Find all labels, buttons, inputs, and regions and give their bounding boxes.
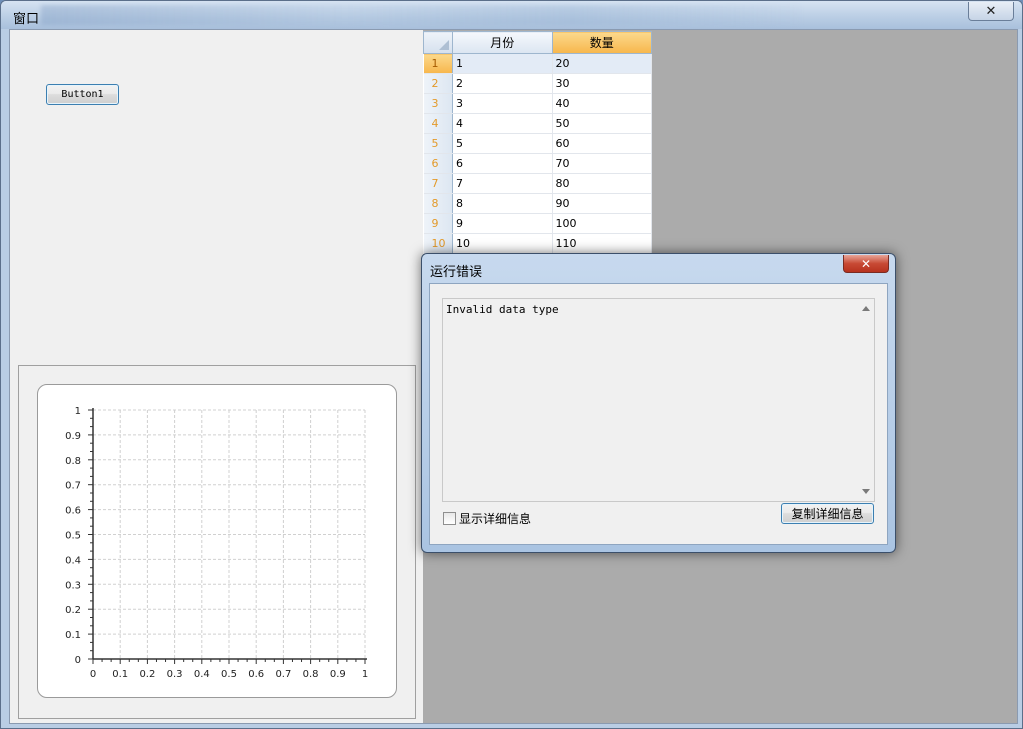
table-row[interactable]: 7 7 80 xyxy=(423,173,652,194)
error-details-textbox[interactable]: Invalid data type xyxy=(442,298,875,502)
row-number[interactable]: 6 xyxy=(423,153,453,174)
table-row[interactable]: 2 2 30 xyxy=(423,73,652,94)
table-row[interactable]: 1 1 20 xyxy=(423,53,652,74)
table-body: 1 1 20 2 2 30 3 3 40 4 4 50 5 5 60 6 6 70 7 7 80 8 8 90 9 9 100 10 1… xyxy=(423,53,652,254)
x-tick-label: 0.9 xyxy=(330,669,346,680)
error-message: Invalid data type xyxy=(446,303,559,316)
x-tick-label: 0 xyxy=(90,669,96,680)
cell-month[interactable]: 10 xyxy=(452,233,553,254)
x-tick-label: 0.4 xyxy=(194,669,210,680)
row-number[interactable]: 5 xyxy=(423,133,453,154)
x-tick-label: 1 xyxy=(362,669,368,680)
y-tick-label: 0.8 xyxy=(65,456,81,467)
error-dialog: 运行错误 ✕ Invalid data type 显示详细信息 复制详细信息 xyxy=(421,253,896,553)
y-tick-label: 0.9 xyxy=(65,431,81,442)
row-number[interactable]: 10 xyxy=(423,233,453,254)
dialog-title: 运行错误 xyxy=(430,265,483,280)
cell-month[interactable]: 6 xyxy=(452,153,553,174)
cell-quantity[interactable]: 50 xyxy=(552,113,652,134)
button1[interactable]: Button1 xyxy=(46,84,119,105)
row-number[interactable]: 1 xyxy=(423,53,453,74)
column-header-quantity[interactable]: 数量 xyxy=(551,31,652,54)
cell-quantity[interactable]: 70 xyxy=(552,153,652,174)
y-tick-label: 0.7 xyxy=(65,481,81,492)
cell-quantity[interactable]: 110 xyxy=(552,233,652,254)
window-close-button[interactable]: ✕ xyxy=(968,2,1014,21)
row-number[interactable]: 8 xyxy=(423,193,453,214)
y-tick-label: 0.3 xyxy=(65,580,81,591)
vertical-scrollbar[interactable] xyxy=(858,299,874,501)
y-tick-label: 1 xyxy=(75,406,81,417)
row-number[interactable]: 3 xyxy=(423,93,453,114)
dialog-body: Invalid data type 显示详细信息 复制详细信息 xyxy=(429,283,888,545)
row-number[interactable]: 7 xyxy=(423,173,453,194)
cell-month[interactable]: 2 xyxy=(452,73,553,94)
table-row[interactable]: 5 5 60 xyxy=(423,133,652,154)
cell-quantity[interactable]: 20 xyxy=(552,53,652,74)
x-tick-label: 0.2 xyxy=(139,669,155,680)
table-row[interactable]: 3 3 40 xyxy=(423,93,652,114)
close-icon: ✕ xyxy=(985,3,997,19)
y-tick-label: 0.5 xyxy=(65,531,81,542)
row-number[interactable]: 9 xyxy=(423,213,453,234)
x-tick-label: 0.8 xyxy=(303,669,319,680)
y-tick-label: 0.4 xyxy=(65,555,81,566)
cell-month[interactable]: 7 xyxy=(452,173,553,194)
table-row[interactable]: 10 10 110 xyxy=(423,233,652,254)
y-tick-label: 0.2 xyxy=(65,605,81,616)
cell-quantity[interactable]: 30 xyxy=(552,73,652,94)
scroll-down-icon[interactable] xyxy=(862,489,870,494)
title-bar[interactable]: 窗口 ✕ xyxy=(1,1,1022,29)
scroll-up-icon[interactable] xyxy=(862,306,870,311)
form-panel: Button1 0 0.1 0.2 0.3 0.4 0.5 0.6 0.7 0.8 0.9 1 0 0.… xyxy=(10,30,423,723)
x-tick-label: 0.5 xyxy=(221,669,237,680)
x-tick-label: 0.1 xyxy=(112,669,128,680)
show-details-checkbox[interactable]: 显示详细信息 xyxy=(443,510,531,527)
column-header-month[interactable]: 月份 xyxy=(452,31,553,54)
y-tick-label: 0.6 xyxy=(65,506,81,517)
close-icon: ✕ xyxy=(860,256,872,271)
table-row[interactable]: 6 6 70 xyxy=(423,153,652,174)
cell-month[interactable]: 3 xyxy=(452,93,553,114)
window-title: 窗口 xyxy=(13,12,40,27)
table-row[interactable]: 9 9 100 xyxy=(423,213,652,234)
title-bar-background xyxy=(41,5,801,25)
y-tick-label: 0 xyxy=(75,655,81,666)
x-tick-label: 0.6 xyxy=(248,669,264,680)
cell-month[interactable]: 9 xyxy=(452,213,553,234)
x-tick-label: 0.7 xyxy=(275,669,291,680)
select-all-icon xyxy=(439,40,449,50)
row-number[interactable]: 4 xyxy=(423,113,453,134)
dialog-close-button[interactable]: ✕ xyxy=(843,255,889,273)
cell-month[interactable]: 4 xyxy=(452,113,553,134)
cell-quantity[interactable]: 90 xyxy=(552,193,652,214)
checkbox-box[interactable] xyxy=(443,512,456,525)
row-number[interactable]: 2 xyxy=(423,73,453,94)
chart-container: 0 0.1 0.2 0.3 0.4 0.5 0.6 0.7 0.8 0.9 1 0 0.1 0.2 0.3 0… xyxy=(18,365,416,719)
data-grid[interactable]: 月份 数量 1 1 20 2 2 30 3 3 40 4 4 50 5 5 60 6 6 70 7 7 80 8 8 90 9 9… xyxy=(423,31,652,254)
select-all-corner[interactable] xyxy=(423,31,453,54)
cell-month[interactable]: 5 xyxy=(452,133,553,154)
cell-quantity[interactable]: 40 xyxy=(552,93,652,114)
cell-month[interactable]: 1 xyxy=(452,53,553,74)
chart: 0 0.1 0.2 0.3 0.4 0.5 0.6 0.7 0.8 0.9 1 0 0.1 0.2 0.3 0… xyxy=(65,406,368,680)
cell-month[interactable]: 8 xyxy=(452,193,553,214)
cell-quantity[interactable]: 100 xyxy=(552,213,652,234)
table-row[interactable]: 8 8 90 xyxy=(423,193,652,214)
x-tick-label: 0.3 xyxy=(167,669,183,680)
table-row[interactable]: 4 4 50 xyxy=(423,113,652,134)
show-details-label: 显示详细信息 xyxy=(459,512,532,526)
copy-details-button[interactable]: 复制详细信息 xyxy=(781,503,874,524)
chart-card: 0 0.1 0.2 0.3 0.4 0.5 0.6 0.7 0.8 0.9 1 0 0.1 0.2 0.3 0… xyxy=(37,384,397,698)
cell-quantity[interactable]: 80 xyxy=(552,173,652,194)
cell-quantity[interactable]: 60 xyxy=(552,133,652,154)
y-tick-label: 0.1 xyxy=(65,630,81,641)
